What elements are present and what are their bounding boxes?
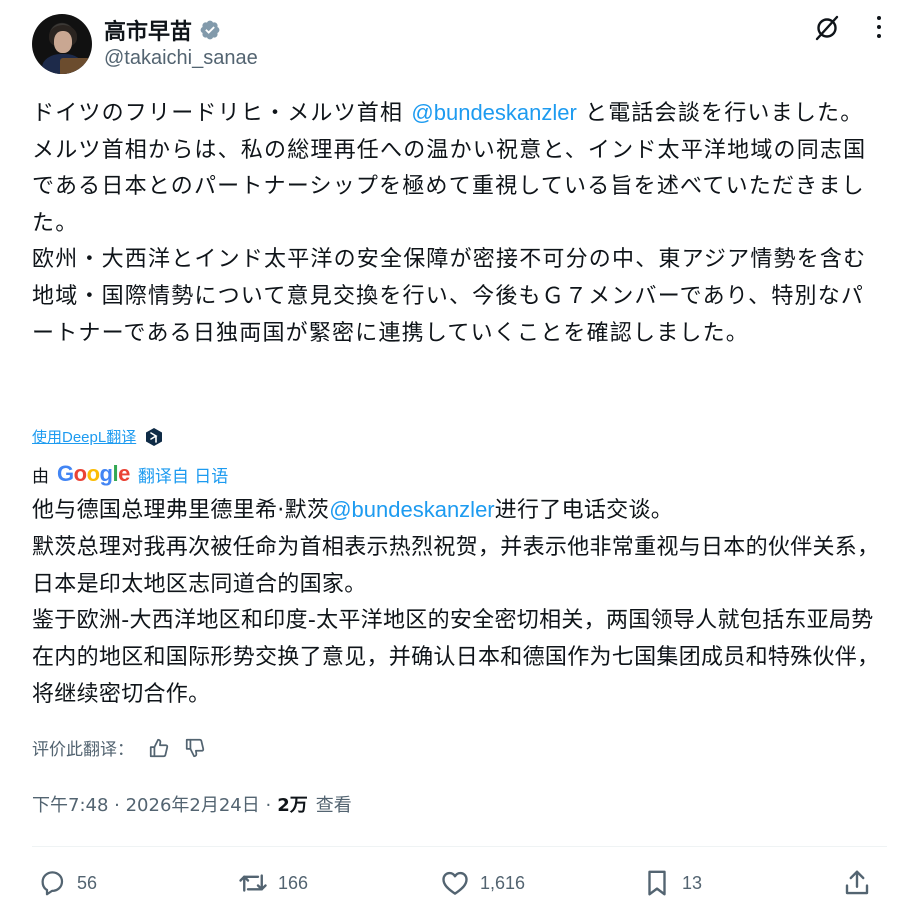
reply-count: 56 — [77, 872, 98, 893]
post-text-original: ドイツのフリードリヒ・メルツ首相 @bundeskanzler と電話会談を行い… — [32, 95, 882, 352]
avatar[interactable] — [32, 14, 92, 74]
translation-paragraph-2: 默茨总理对我再次被任命为首相表示热烈祝贺，并表示他非常重视与日本的伙伴关系，日本… — [32, 534, 880, 597]
deepl-icon — [146, 427, 163, 446]
like-count: 1,616 — [480, 872, 526, 893]
like-button[interactable]: 1,616 — [440, 868, 525, 898]
post-text-translation: 他与德国总理弗里德里希·默茨@bundeskanzler进行了电话交谈。 默茨总… — [32, 492, 884, 714]
thumbs-down-icon[interactable] — [184, 737, 206, 759]
action-bar: 56 166 1,616 13 — [0, 858, 919, 908]
bookmark-icon — [648, 870, 666, 896]
thumbs-up-icon[interactable] — [148, 737, 170, 759]
google-logo: Google — [57, 461, 130, 486]
repost-count: 166 — [278, 872, 309, 893]
translation-paragraph-3: 鉴于欧洲-大西洋地区和印度-太平洋地区的安全密切相关，两国领导人就包括东亚局势在… — [32, 608, 880, 707]
reply-icon — [41, 871, 64, 896]
deepl-translate-link[interactable]: 使用DeepL翻译 — [32, 426, 136, 447]
verified-icon — [200, 20, 220, 40]
original-paragraph-2: メルツ首相からは、私の総理再任への温かい祝意と、インド太平洋地域の同志国である日… — [32, 137, 867, 236]
mention-link[interactable]: @bundeskanzler — [411, 100, 576, 125]
divider — [32, 846, 887, 847]
share-button[interactable] — [842, 868, 872, 898]
repost-icon — [239, 874, 267, 892]
post-header: 高市早苗 @takaichi_sanae — [0, 0, 919, 90]
mention-link[interactable]: @bundeskanzler — [329, 497, 494, 522]
bookmark-count: 13 — [682, 872, 703, 893]
translation-attribution: 由 Google 翻译自 日语 — [32, 461, 228, 487]
reply-button[interactable]: 56 — [37, 868, 97, 898]
like-icon — [442, 871, 468, 895]
more-icon[interactable] — [868, 16, 890, 38]
deepl-row: 使用DeepL翻译 — [32, 426, 164, 447]
grok-icon[interactable] — [813, 14, 841, 42]
share-icon — [845, 870, 869, 895]
repost-button[interactable]: 166 — [238, 868, 308, 898]
rate-translation-label: 评价此翻译： — [32, 740, 134, 760]
original-paragraph-3: 欧州・大西洋とインド太平洋の安全保障が密接不可分の中、東アジア情勢を含む地域・国… — [32, 247, 867, 346]
translated-from-label[interactable]: 翻译自 日语 — [138, 462, 228, 487]
view-count[interactable]: 2万 — [277, 791, 308, 817]
original-paragraph-1: ドイツのフリードリヒ・メルツ首相 @bundeskanzler と電話会談を行い… — [32, 100, 864, 126]
post-timestamp[interactable]: 下午7:48 · 2026年2月24日 · — [32, 791, 271, 817]
author-handle[interactable]: @takaichi_sanae — [104, 47, 258, 70]
author-name-row[interactable]: 高市早苗 — [104, 14, 221, 46]
author-name[interactable]: 高市早苗 — [104, 14, 192, 46]
views-label: 查看 — [315, 795, 352, 816]
translated-by-label: 由 — [32, 466, 49, 487]
post-meta: 下午7:48 · 2026年2月24日 · 2万 查看 — [32, 791, 352, 817]
translation-paragraph-1: 他与德国总理弗里德里希·默茨@bundeskanzler进行了电话交谈。 — [32, 497, 674, 523]
rate-translation-row: 评价此翻译： — [32, 735, 206, 760]
bookmark-button[interactable]: 13 — [642, 868, 702, 898]
